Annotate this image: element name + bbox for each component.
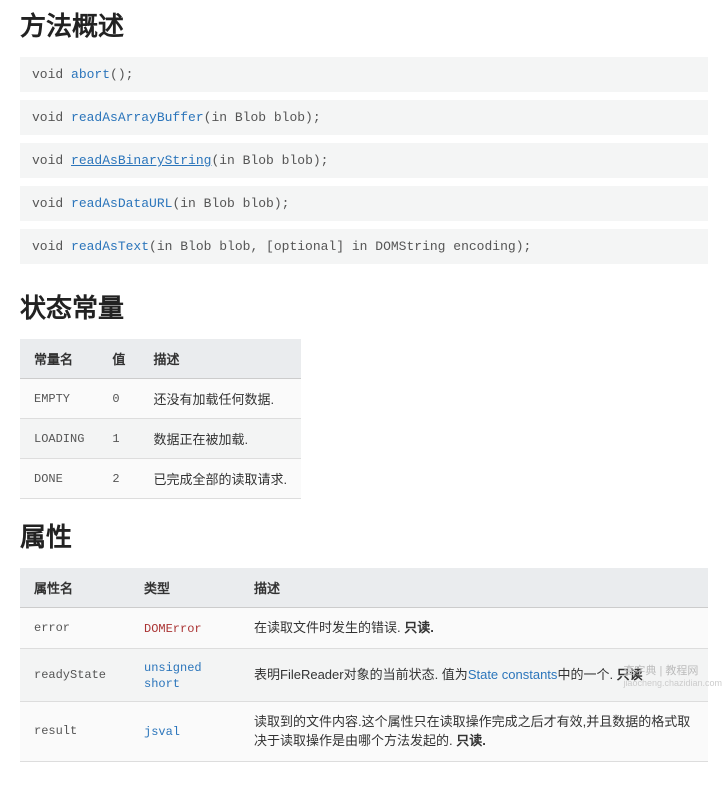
readonly-label: 只读. <box>456 733 486 748</box>
method-row: void readAsArrayBuffer(in Blob blob); <box>20 100 708 135</box>
method-row: void readAsBinaryString(in Blob blob); <box>20 143 708 178</box>
method-link[interactable]: readAsText <box>71 239 149 254</box>
th-const-name: 常量名 <box>20 339 98 379</box>
props-table: 属性名 类型 描述 errorDOMError在读取文件时发生的错误. 只读.r… <box>20 568 708 762</box>
th-const-desc: 描述 <box>139 339 301 379</box>
table-row: LOADING1数据正在被加载. <box>20 419 301 459</box>
desc-text: 中的一个. <box>557 667 616 682</box>
code-keyword: void <box>32 153 71 168</box>
cell-desc: 已完成全部的读取请求. <box>139 459 301 499</box>
cell-prop-name: error <box>20 608 130 649</box>
section-heading-methods: 方法概述 <box>20 6 708 43</box>
constants-table: 常量名 值 描述 EMPTY0还没有加载任何数据.LOADING1数据正在被加载… <box>20 339 301 499</box>
method-row: void readAsText(in Blob blob, [optional]… <box>20 229 708 264</box>
method-row: void abort(); <box>20 57 708 92</box>
cell-value: 0 <box>98 379 139 419</box>
code-keyword: void <box>32 67 71 82</box>
code-signature: (in Blob blob); <box>204 110 321 125</box>
code-signature: (in Blob blob, [optional] in DOMString e… <box>149 239 531 254</box>
inline-link[interactable]: State constants <box>468 667 558 682</box>
section-heading-props: 属性 <box>20 517 708 554</box>
table-row: error DOMError 在读取文件时发生的错误. 只读. <box>20 608 708 649</box>
cell-value: 2 <box>98 459 139 499</box>
cell-prop-type[interactable]: unsigned short <box>130 648 240 701</box>
type-link[interactable]: jsval <box>144 725 180 739</box>
cell-prop-desc: 读取到的文件内容.这个属性只在读取操作完成之后才有效,并且数据的格式取决于读取操… <box>240 701 708 761</box>
cell-prop-name: result <box>20 701 130 761</box>
table-row: result jsval 读取到的文件内容.这个属性只在读取操作完成之后才有效,并且… <box>20 701 708 761</box>
method-row: void readAsDataURL(in Blob blob); <box>20 186 708 221</box>
section-heading-constants: 状态常量 <box>20 288 708 325</box>
code-signature: (in Blob blob); <box>172 196 289 211</box>
th-prop-name: 属性名 <box>20 568 130 608</box>
code-signature: (in Blob blob); <box>211 153 328 168</box>
th-const-value: 值 <box>98 339 139 379</box>
code-signature: (); <box>110 67 133 82</box>
cell-desc: 数据正在被加载. <box>139 419 301 459</box>
table-row: EMPTY0还没有加载任何数据. <box>20 379 301 419</box>
method-link[interactable]: readAsBinaryString <box>71 153 211 168</box>
desc-text: 表明FileReader对象的当前状态. 值为 <box>254 667 468 682</box>
cell-prop-desc: 在读取文件时发生的错误. 只读. <box>240 608 708 649</box>
code-keyword: void <box>32 196 71 211</box>
cell-prop-type: DOMError <box>130 608 240 649</box>
cell-value: 1 <box>98 419 139 459</box>
th-prop-desc: 描述 <box>240 568 708 608</box>
code-keyword: void <box>32 239 71 254</box>
table-row: readyState unsigned short 表明FileReader对象的当… <box>20 648 708 701</box>
cell-prop-type[interactable]: jsval <box>130 701 240 761</box>
method-link[interactable]: readAsArrayBuffer <box>71 110 204 125</box>
desc-text: 在读取文件时发生的错误. <box>254 620 404 635</box>
method-link[interactable]: readAsDataURL <box>71 196 172 211</box>
th-prop-type: 类型 <box>130 568 240 608</box>
cell-desc: 还没有加载任何数据. <box>139 379 301 419</box>
cell-prop-name: readyState <box>20 648 130 701</box>
cell-name: DONE <box>20 459 98 499</box>
code-keyword: void <box>32 110 71 125</box>
method-link[interactable]: abort <box>71 67 110 82</box>
type-link[interactable]: unsigned short <box>144 661 202 691</box>
cell-name: EMPTY <box>20 379 98 419</box>
watermark: 查字典 | 教程网 jiaocheng.chazidian.com <box>623 662 722 688</box>
type-text: DOMError <box>144 622 202 636</box>
cell-name: LOADING <box>20 419 98 459</box>
readonly-label: 只读. <box>404 620 434 635</box>
table-row: DONE2已完成全部的读取请求. <box>20 459 301 499</box>
